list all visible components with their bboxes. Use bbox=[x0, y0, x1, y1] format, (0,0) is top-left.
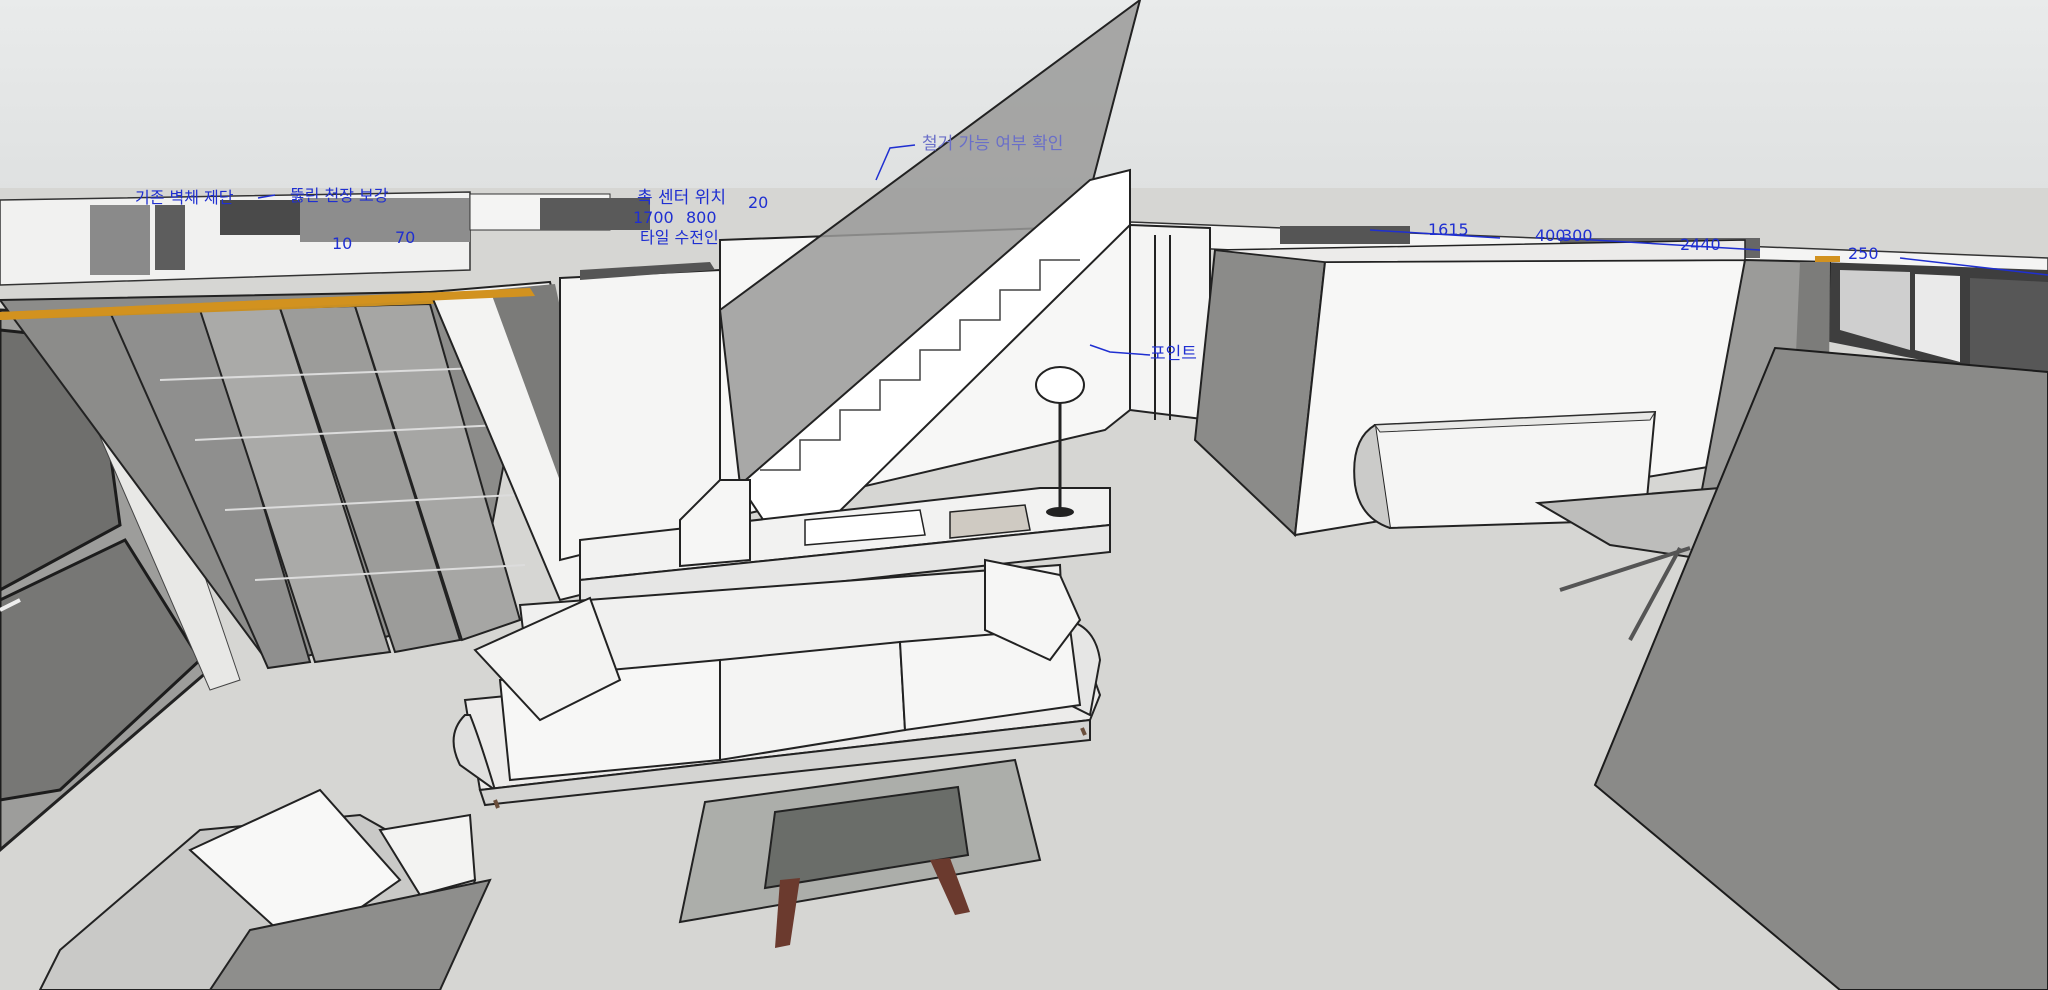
dimension-800: 800 bbox=[686, 208, 717, 227]
dimension-20: 20 bbox=[748, 193, 769, 212]
dimension-1700: 1700 bbox=[633, 208, 674, 227]
sketchup-3d-viewport[interactable]: 철거 가능 여부 확인 포인트 기존 벽체 제단 뚫린 천장 보강 촉 센터 위… bbox=[0, 0, 2048, 990]
center-position-note: 촉 센터 위치 bbox=[637, 188, 727, 208]
dimension-10: 10 bbox=[332, 234, 353, 253]
point-note: 포인트 bbox=[1150, 344, 1197, 364]
dimension-300: 300 bbox=[1562, 226, 1593, 245]
dimension-70: 70 bbox=[395, 228, 416, 247]
right-trim-strip bbox=[1815, 256, 1840, 262]
removal-check-note: 철거 가능 여부 확인 bbox=[922, 134, 1064, 154]
dimension-400: 400 bbox=[1535, 226, 1566, 245]
dimension-1615: 1615 bbox=[1428, 220, 1469, 239]
ceiling-reinforce-note: 뚫린 천장 보강 bbox=[290, 186, 389, 205]
center-wall-frame bbox=[1129, 223, 1211, 422]
dimension-2440: 2440 bbox=[1680, 235, 1721, 254]
dimension-250: 250 bbox=[1848, 244, 1879, 263]
tile-note: 타일 수전인 bbox=[640, 228, 719, 247]
wall-cut-note: 기존 벽체 제단 bbox=[135, 188, 234, 207]
